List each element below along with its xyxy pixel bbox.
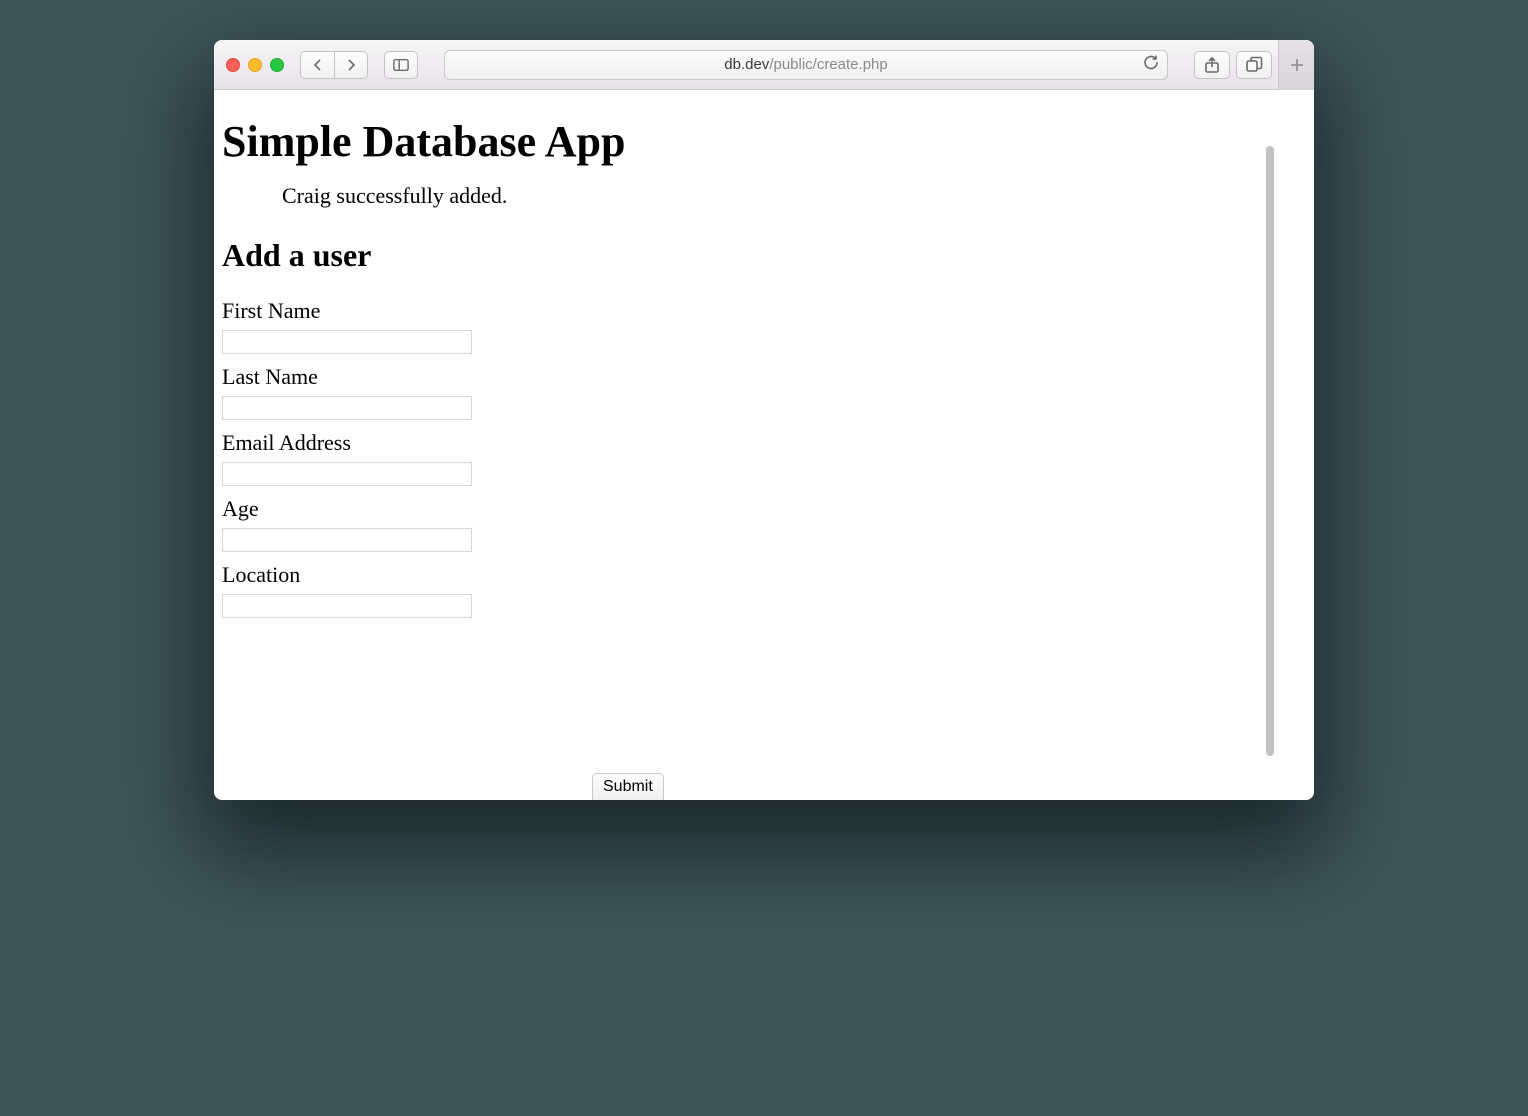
new-tab-button[interactable]	[1278, 40, 1314, 90]
address-bar[interactable]: db.dev/public/create.php	[444, 50, 1168, 80]
safari-window: db.dev/public/create.php	[214, 40, 1314, 800]
first-name-input[interactable]	[222, 330, 472, 354]
tabs-icon	[1245, 56, 1263, 74]
url-path: /public/create.php	[769, 56, 887, 73]
vertical-scrollbar[interactable]	[1262, 140, 1278, 800]
scrollbar-thumb[interactable]	[1266, 146, 1274, 756]
field-age: Age	[222, 496, 1306, 552]
close-window-button[interactable]	[226, 58, 240, 72]
url-host: db.dev	[724, 56, 769, 73]
form-heading: Add a user	[222, 237, 1306, 274]
age-input[interactable]	[222, 528, 472, 552]
fullscreen-window-button[interactable]	[270, 58, 284, 72]
location-input[interactable]	[222, 594, 472, 618]
last-name-label: Last Name	[222, 364, 1306, 390]
field-first-name: First Name	[222, 298, 1306, 354]
age-label: Age	[222, 496, 1306, 522]
forward-button[interactable]	[334, 51, 368, 79]
share-icon	[1203, 56, 1221, 74]
chevron-left-icon	[310, 57, 326, 73]
field-email: Email Address	[222, 430, 1306, 486]
location-label: Location	[222, 562, 1306, 588]
status-message: Craig successfully added.	[282, 183, 1306, 209]
last-name-input[interactable]	[222, 396, 472, 420]
page-content: Simple Database App Craig successfully a…	[214, 90, 1314, 800]
share-button[interactable]	[1194, 51, 1230, 79]
field-last-name: Last Name	[222, 364, 1306, 420]
sidebar-icon	[393, 57, 409, 73]
plus-icon	[1289, 57, 1305, 73]
page-title: Simple Database App	[222, 116, 1306, 167]
tabs-button[interactable]	[1236, 51, 1272, 79]
email-input[interactable]	[222, 462, 472, 486]
reload-icon	[1143, 54, 1159, 70]
chevron-right-icon	[343, 57, 359, 73]
email-label: Email Address	[222, 430, 1306, 456]
sidebar-button[interactable]	[384, 51, 418, 79]
submit-row: Submit	[592, 773, 664, 800]
first-name-label: First Name	[222, 298, 1306, 324]
titlebar: db.dev/public/create.php	[214, 40, 1314, 90]
minimize-window-button[interactable]	[248, 58, 262, 72]
window-controls	[226, 58, 284, 72]
viewport: Simple Database App Craig successfully a…	[214, 90, 1314, 800]
reload-button[interactable]	[1143, 54, 1159, 75]
nav-buttons	[300, 51, 368, 79]
field-location: Location	[222, 562, 1306, 618]
submit-button[interactable]: Submit	[592, 773, 664, 800]
back-button[interactable]	[300, 51, 334, 79]
